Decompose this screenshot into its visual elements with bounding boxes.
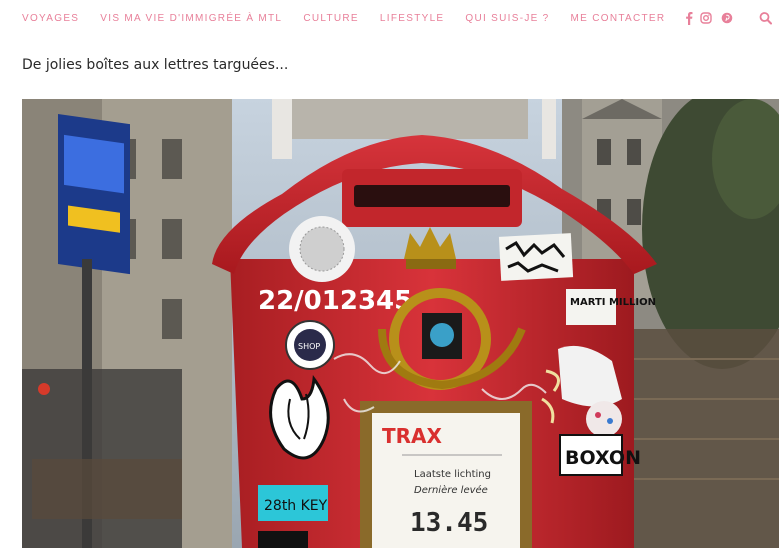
nav-item-vis-ma-vie[interactable]: VIS MA VIE D'IMMIGRÉE À MTL bbox=[100, 13, 282, 24]
instagram-icon[interactable] bbox=[700, 11, 712, 25]
notice-line2: Dernière levée bbox=[414, 484, 488, 496]
pinterest-icon[interactable] bbox=[721, 11, 733, 25]
sticker-key: 28th KEY bbox=[264, 498, 328, 514]
sticker-marti: MARTI MILLION bbox=[570, 297, 656, 308]
sticker-shop: SHOP bbox=[298, 342, 320, 351]
sticker-boxon: BOXON bbox=[565, 447, 641, 469]
top-navigation: VOYAGES VIS MA VIE D'IMMIGRÉE À MTL CULT… bbox=[0, 0, 779, 38]
nav-item-culture[interactable]: CULTURE bbox=[303, 13, 359, 24]
nav-item-qui-suis-je[interactable]: QUI SUIS-JE ? bbox=[465, 13, 549, 24]
postbox-number: 22/012345 bbox=[258, 286, 412, 316]
search-icon[interactable] bbox=[759, 11, 772, 25]
postbox-photo-illustration: 22/012345 MARTI MILLION BOXON SHOP 28th … bbox=[22, 99, 779, 548]
sticker-trax: TRAX bbox=[382, 424, 443, 448]
nav-menu: VOYAGES VIS MA VIE D'IMMIGRÉE À MTL CULT… bbox=[22, 13, 686, 24]
nav-item-lifestyle[interactable]: LIFESTYLE bbox=[380, 13, 445, 24]
notice-line1: Laatste lichting bbox=[414, 469, 491, 480]
nav-item-voyages[interactable]: VOYAGES bbox=[22, 13, 79, 24]
notice-time: 13.45 bbox=[410, 508, 488, 538]
facebook-icon[interactable] bbox=[683, 11, 695, 25]
nav-item-me-contacter[interactable]: ME CONTACTER bbox=[571, 13, 666, 24]
post-photo: 22/012345 MARTI MILLION BOXON SHOP 28th … bbox=[22, 99, 779, 548]
post-caption: De jolies boîtes aux lettres targuées... bbox=[22, 57, 289, 73]
